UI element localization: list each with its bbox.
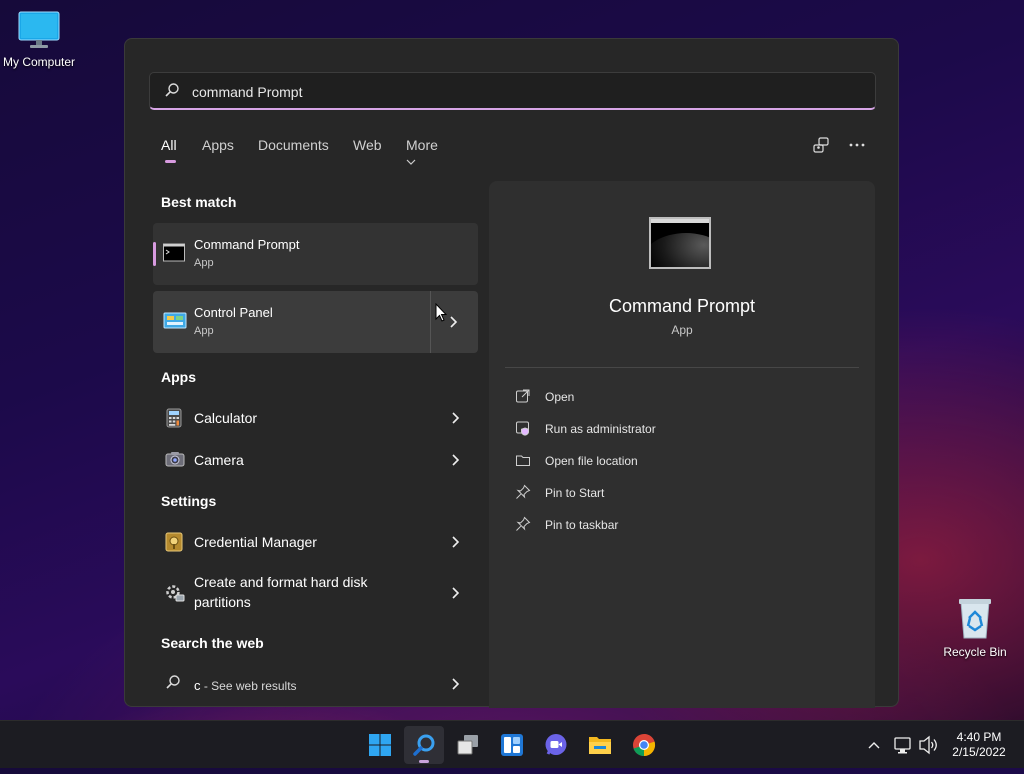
credential-manager-icon xyxy=(165,532,183,557)
tab-documents[interactable]: Documents xyxy=(258,137,329,153)
setting-item-disk-partitions[interactable]: Create and format hard disk partitions xyxy=(153,566,478,618)
desktop-icon-recycle-bin[interactable]: Recycle Bin xyxy=(930,596,1020,659)
settings-heading: Settings xyxy=(161,493,217,509)
result-subtitle: App xyxy=(194,325,214,337)
action-label: Pin to Start xyxy=(545,486,605,500)
run-as-admin-icon xyxy=(515,420,531,441)
folder-icon xyxy=(515,452,531,473)
taskbar-start-button[interactable] xyxy=(360,726,400,764)
chevron-right-icon[interactable] xyxy=(451,535,461,554)
item-label-line1: Create and format hard disk xyxy=(194,574,368,590)
result-title: Command Prompt xyxy=(194,237,300,252)
network-icon[interactable] xyxy=(894,721,912,769)
desktop-icon-label: My Computer xyxy=(2,55,76,69)
disk-management-icon xyxy=(165,583,185,608)
widgets-icon xyxy=(501,734,523,756)
detail-subtitle: App xyxy=(671,323,693,337)
taskbar-task-view-button[interactable] xyxy=(448,726,488,764)
search-icon xyxy=(413,734,435,756)
item-label: Calculator xyxy=(194,410,258,426)
web-heading: Search the web xyxy=(161,635,264,651)
more-options-icon[interactable] xyxy=(847,135,867,160)
search-icon xyxy=(164,82,180,103)
chrome-icon xyxy=(633,733,656,757)
taskbar-chrome-button[interactable] xyxy=(624,726,664,764)
chevron-right-icon[interactable] xyxy=(449,315,459,334)
result-command-prompt[interactable]: Command Prompt App xyxy=(153,223,478,285)
search-flyout: All Apps Documents Web More Best match C… xyxy=(124,38,899,708)
control-panel-icon xyxy=(163,311,187,336)
result-divider xyxy=(430,291,431,353)
detail-pane: Command Prompt App Open Run as administr… xyxy=(489,181,875,708)
open-icon xyxy=(515,388,531,409)
web-search-suffix: - See web results xyxy=(200,679,297,693)
best-match-heading: Best match xyxy=(161,194,237,210)
result-control-panel[interactable]: Control Panel App xyxy=(153,291,478,353)
show-hidden-icons-chevron-icon[interactable] xyxy=(866,721,882,769)
chevron-right-icon[interactable] xyxy=(451,677,461,696)
mouse-cursor-icon xyxy=(435,302,448,327)
action-pin-to-taskbar[interactable]: Pin to taskbar xyxy=(515,513,835,539)
web-search-item[interactable]: c - See web results xyxy=(153,664,478,704)
action-label: Open xyxy=(545,390,575,404)
tab-web[interactable]: Web xyxy=(353,137,382,153)
taskbar-chat-button[interactable] xyxy=(536,726,576,764)
action-label: Pin to taskbar xyxy=(545,518,619,532)
result-subtitle: App xyxy=(194,257,214,269)
start-icon xyxy=(369,734,391,756)
chevron-right-icon[interactable] xyxy=(451,453,461,472)
taskbar-clock[interactable]: 4:40 PM 2/15/2022 xyxy=(940,730,1018,760)
web-search-label: c - See web results xyxy=(194,678,297,693)
chevron-right-icon[interactable] xyxy=(451,586,461,605)
item-label: Camera xyxy=(194,452,244,468)
app-item-camera[interactable]: Camera xyxy=(153,440,478,480)
taskbar-widgets-button[interactable] xyxy=(492,726,532,764)
apps-heading: Apps xyxy=(161,369,196,385)
search-box[interactable] xyxy=(149,72,876,110)
detail-divider xyxy=(505,367,859,368)
taskbar-search-button[interactable] xyxy=(404,726,444,764)
tab-apps[interactable]: Apps xyxy=(202,137,234,153)
desktop-icon-label: Recycle Bin xyxy=(943,645,1007,659)
action-open[interactable]: Open xyxy=(515,385,835,411)
setting-item-credential-manager[interactable]: Credential Manager xyxy=(153,522,478,562)
search-input[interactable] xyxy=(190,79,834,105)
tab-more-label: More xyxy=(406,137,438,153)
chevron-down-icon xyxy=(406,153,416,169)
volume-icon[interactable] xyxy=(918,721,938,769)
detail-title: Command Prompt xyxy=(608,296,756,316)
result-title: Control Panel xyxy=(194,305,273,320)
action-pin-to-start[interactable]: Pin to Start xyxy=(515,481,835,507)
command-prompt-icon xyxy=(163,243,185,268)
file-explorer-icon xyxy=(589,737,611,754)
taskbar-file-explorer-button[interactable] xyxy=(580,726,620,764)
active-indicator xyxy=(419,760,429,763)
command-prompt-icon xyxy=(649,217,711,269)
task-view-icon xyxy=(457,735,478,755)
search-icon xyxy=(165,674,181,695)
desktop-icon-my-computer[interactable]: My Computer xyxy=(0,10,84,69)
pin-icon xyxy=(515,484,531,505)
pin-icon xyxy=(515,516,531,537)
switch-account-icon[interactable] xyxy=(811,135,831,160)
item-label-line2: partitions xyxy=(194,594,251,610)
action-label: Open file location xyxy=(545,454,638,468)
chat-icon xyxy=(545,734,567,755)
tab-more[interactable]: More xyxy=(406,137,438,169)
tab-all[interactable]: All xyxy=(161,137,177,153)
chevron-right-icon[interactable] xyxy=(451,411,461,430)
action-open-file-location[interactable]: Open file location xyxy=(515,449,835,475)
taskbar: 4:40 PM 2/15/2022 xyxy=(0,720,1024,768)
item-label: Credential Manager xyxy=(194,534,317,550)
camera-icon xyxy=(165,450,185,473)
app-item-calculator[interactable]: Calculator xyxy=(153,398,478,438)
action-run-as-administrator[interactable]: Run as administrator xyxy=(515,417,835,443)
calculator-icon xyxy=(165,408,183,433)
clock-time: 4:40 PM xyxy=(956,730,1002,744)
recycle-bin-icon xyxy=(955,599,995,643)
active-tab-indicator xyxy=(165,160,176,163)
clock-date: 2/15/2022 xyxy=(952,745,1006,759)
action-label: Run as administrator xyxy=(545,422,656,436)
monitor-icon xyxy=(17,11,61,53)
